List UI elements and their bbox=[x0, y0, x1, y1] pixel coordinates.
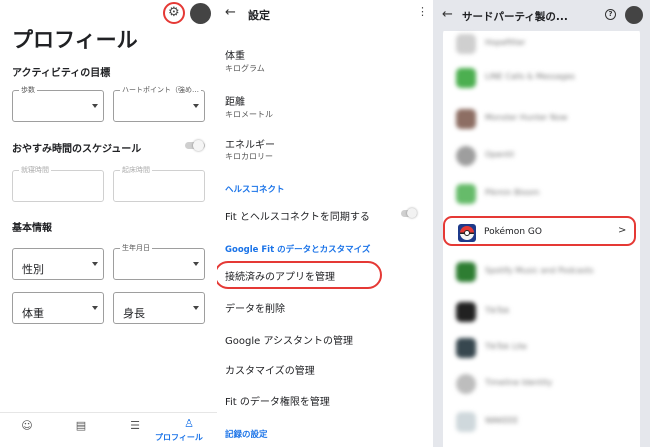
weight-dropdown[interactable]: 体重 bbox=[12, 292, 104, 324]
birthday-dropdown[interactable]: 生年月日 bbox=[113, 243, 205, 280]
list-item[interactable]: TikTok bbox=[443, 300, 640, 324]
app-icon bbox=[456, 412, 476, 432]
list-item[interactable]: LINE Calls & Messages bbox=[443, 66, 640, 90]
app-icon bbox=[456, 262, 476, 282]
fit-data-heading: Google Fit のデータとカスタマイズ bbox=[225, 245, 371, 255]
back-arrow-icon[interactable]: ← bbox=[225, 5, 236, 20]
gender-value: 性別 bbox=[22, 263, 44, 276]
chevron-down-icon bbox=[92, 306, 98, 310]
list-item[interactable]: Monster Hunter Now bbox=[443, 107, 640, 131]
app-name: Timeline Identity bbox=[485, 378, 553, 387]
app-name: Spotify Music and Podcasts bbox=[485, 266, 594, 275]
bedtime-label: 就寝時間 bbox=[19, 165, 51, 175]
gear-icon[interactable]: ⚙ bbox=[168, 5, 180, 21]
app-name: Hopefitter bbox=[485, 38, 526, 47]
browse-icon[interactable]: ☰ bbox=[120, 419, 150, 432]
chevron-down-icon bbox=[193, 262, 199, 266]
distance-setting-sub: キロメートル bbox=[225, 110, 273, 119]
heart-points-dropdown[interactable]: ハートポイント（強め… bbox=[113, 85, 205, 122]
app-name: LINE Calls & Messages bbox=[485, 72, 576, 81]
settings-title: 設定 bbox=[248, 9, 270, 22]
app-icon bbox=[456, 68, 476, 88]
home-icon[interactable]: ☺ bbox=[12, 419, 42, 432]
app-name: Opentil bbox=[485, 150, 514, 159]
list-item[interactable]: TikTok Lite bbox=[443, 336, 640, 360]
app-name: Monster Hunter Now bbox=[485, 113, 568, 122]
basic-info-heading: 基本情報 bbox=[12, 223, 52, 234]
wake-time-label: 起床時間 bbox=[120, 165, 152, 175]
list-item[interactable]: WAKEEE bbox=[443, 410, 640, 434]
back-arrow-icon[interactable]: ← bbox=[442, 7, 453, 22]
settings-panel: ← 設定 ⋮ 体重 キログラム 距離 キロメートル エネルギー キロカロリー ヘ… bbox=[217, 0, 433, 447]
activity-goals-heading: アクティビティの目標 bbox=[12, 68, 111, 79]
list-item[interactable]: Spotify Music and Podcasts bbox=[443, 260, 640, 284]
energy-setting-sub: キロカロリー bbox=[225, 152, 273, 161]
app-icon bbox=[456, 302, 476, 322]
record-settings-heading: 記録の設定 bbox=[225, 430, 268, 440]
bottom-navigation: ☺ ▤ ☰ ♙ プロフィール bbox=[0, 412, 217, 447]
app-name: TikTok bbox=[485, 306, 510, 315]
avatar[interactable] bbox=[190, 3, 211, 24]
distance-setting-title: 距離 bbox=[225, 97, 245, 108]
sync-health-connect-toggle[interactable] bbox=[401, 208, 417, 218]
app-name: Pikmin Bloom bbox=[485, 188, 540, 197]
chevron-down-icon bbox=[193, 104, 199, 108]
chevron-down-icon bbox=[92, 262, 98, 266]
nav-profile-label[interactable]: プロフィール bbox=[155, 432, 203, 443]
customize-manage[interactable]: カスタマイズの管理 bbox=[225, 362, 315, 377]
delete-data[interactable]: データを削除 bbox=[225, 300, 285, 315]
app-icon bbox=[456, 374, 476, 394]
energy-setting-title: エネルギー bbox=[225, 140, 275, 151]
sleep-schedule-toggle[interactable] bbox=[185, 140, 205, 151]
sync-health-connect-label[interactable]: Fit とヘルスコネクトを同期する bbox=[225, 208, 370, 223]
fit-permissions-manage[interactable]: Fit のデータ権限を管理 bbox=[225, 393, 330, 408]
app-icon bbox=[456, 109, 476, 129]
profile-icon[interactable]: ♙ bbox=[174, 417, 204, 430]
heart-points-label: ハートポイント（強め… bbox=[120, 85, 201, 95]
steps-dropdown[interactable]: 歩数 bbox=[12, 85, 104, 122]
pokemon-go-highlight-ring bbox=[443, 216, 636, 246]
app-icon bbox=[456, 184, 476, 204]
health-connect-heading: ヘルスコネクト bbox=[225, 185, 285, 195]
third-party-panel: ← サードパーティ製の... ? Hopefitter LINE Calls &… bbox=[433, 0, 650, 447]
page-title: プロフィール bbox=[12, 28, 138, 52]
height-dropdown[interactable]: 身長 bbox=[113, 292, 205, 324]
more-vert-icon[interactable]: ⋮ bbox=[417, 5, 428, 18]
sleep-schedule-heading: おやすみ時間のスケジュール bbox=[12, 144, 142, 155]
gender-dropdown[interactable]: 性別 bbox=[12, 248, 104, 280]
app-icon bbox=[456, 146, 476, 166]
chevron-down-icon bbox=[193, 306, 199, 310]
journal-icon[interactable]: ▤ bbox=[66, 419, 96, 432]
assistant-manage[interactable]: Google アシスタントの管理 bbox=[225, 332, 353, 347]
app-icon bbox=[456, 338, 476, 358]
third-party-header: ← サードパーティ製の... ? bbox=[433, 0, 650, 31]
app-name: WAKEEE bbox=[485, 416, 519, 425]
list-item[interactable]: Opentil bbox=[443, 144, 640, 168]
profile-panel: ⚙ プロフィール アクティビティの目標 歩数 ハートポイント（強め… おやすみ時… bbox=[0, 0, 217, 447]
birthday-label: 生年月日 bbox=[120, 243, 152, 253]
weight-setting-title: 体重 bbox=[225, 51, 245, 62]
steps-label: 歩数 bbox=[19, 85, 37, 95]
avatar[interactable] bbox=[625, 6, 643, 24]
weight-value: 体重 bbox=[22, 307, 44, 320]
list-item[interactable]: Timeline Identity bbox=[443, 372, 640, 396]
app-icon bbox=[456, 34, 476, 54]
toggle-knob bbox=[193, 140, 204, 151]
third-party-title: サードパーティ製の... bbox=[462, 11, 568, 23]
bedtime-dropdown[interactable]: 就寝時間 bbox=[12, 165, 104, 202]
height-value: 身長 bbox=[123, 307, 145, 320]
chevron-down-icon bbox=[92, 104, 98, 108]
help-icon[interactable]: ? bbox=[605, 9, 616, 20]
app-name: TikTok Lite bbox=[485, 342, 527, 351]
toggle-knob bbox=[407, 208, 417, 218]
manage-apps-highlight-ring bbox=[217, 261, 382, 289]
weight-setting-sub: キログラム bbox=[225, 64, 265, 73]
list-item[interactable]: Pikmin Bloom bbox=[443, 182, 640, 206]
wake-time-dropdown[interactable]: 起床時間 bbox=[113, 165, 205, 202]
list-item[interactable]: Hopefitter bbox=[443, 32, 640, 56]
